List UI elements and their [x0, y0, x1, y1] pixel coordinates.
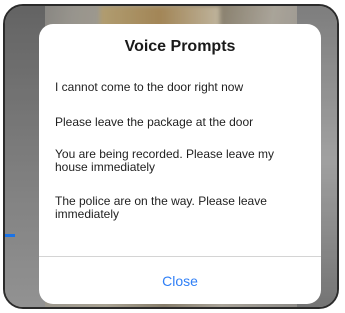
dialog-title: Voice Prompts	[124, 38, 236, 55]
voice-prompts-dialog: Voice Prompts I cannot come to the door …	[39, 24, 321, 304]
voice-prompt-item[interactable]: I cannot come to the door right now	[55, 81, 307, 94]
close-button[interactable]: Close	[39, 257, 321, 304]
voice-prompt-item[interactable]: Please leave the package at the door	[55, 116, 307, 129]
voice-prompt-item[interactable]: The police are on the way. Please leave …	[55, 195, 307, 221]
voice-prompt-item[interactable]: You are being recorded. Please leave my …	[55, 148, 307, 174]
accent-indicator	[5, 234, 15, 237]
device-frame: Voice Prompts I cannot come to the door …	[3, 4, 339, 309]
